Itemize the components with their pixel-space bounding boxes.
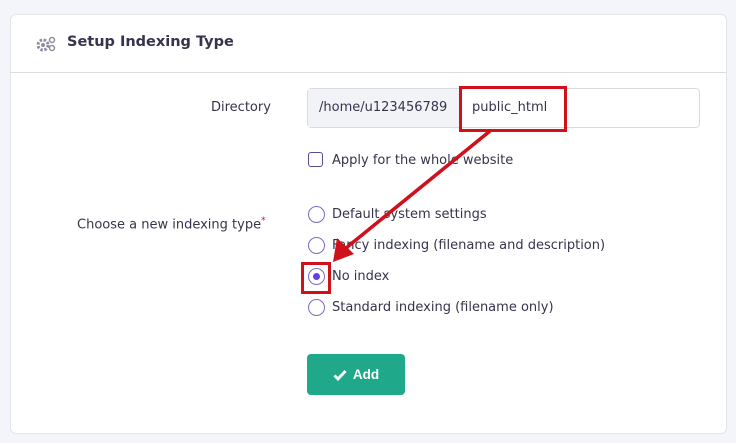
directory-prefix: /home/u123456789 — [308, 89, 460, 127]
radio-standard-indexing[interactable] — [308, 299, 325, 316]
card-title: Setup Indexing Type — [67, 34, 234, 50]
option-label[interactable]: Fancy indexing (filename and description… — [332, 238, 605, 253]
radio-fancy-indexing[interactable] — [308, 237, 325, 254]
option-label[interactable]: Standard indexing (filename only) — [332, 300, 554, 315]
annotation-highlight-box — [301, 262, 331, 294]
check-icon — [333, 369, 347, 381]
gears-icon — [36, 36, 56, 52]
add-button-label: Add — [352, 367, 380, 382]
add-button[interactable]: Add — [307, 354, 405, 395]
card-header: Setup Indexing Type — [11, 15, 726, 73]
annotation-highlight-box — [459, 86, 567, 132]
required-mark: * — [261, 216, 266, 226]
indexing-type-label: Choose a new indexing type* — [77, 216, 266, 232]
apply-whole-website-label[interactable]: Apply for the whole website — [332, 153, 513, 168]
option-label[interactable]: No index — [332, 269, 389, 284]
indexing-type-text: Choose a new indexing type — [77, 217, 262, 233]
option-label[interactable]: Default system settings — [332, 207, 487, 222]
radio-default-system-settings[interactable] — [308, 206, 325, 223]
directory-label: Directory — [211, 100, 271, 115]
apply-whole-website-checkbox[interactable] — [308, 152, 323, 167]
